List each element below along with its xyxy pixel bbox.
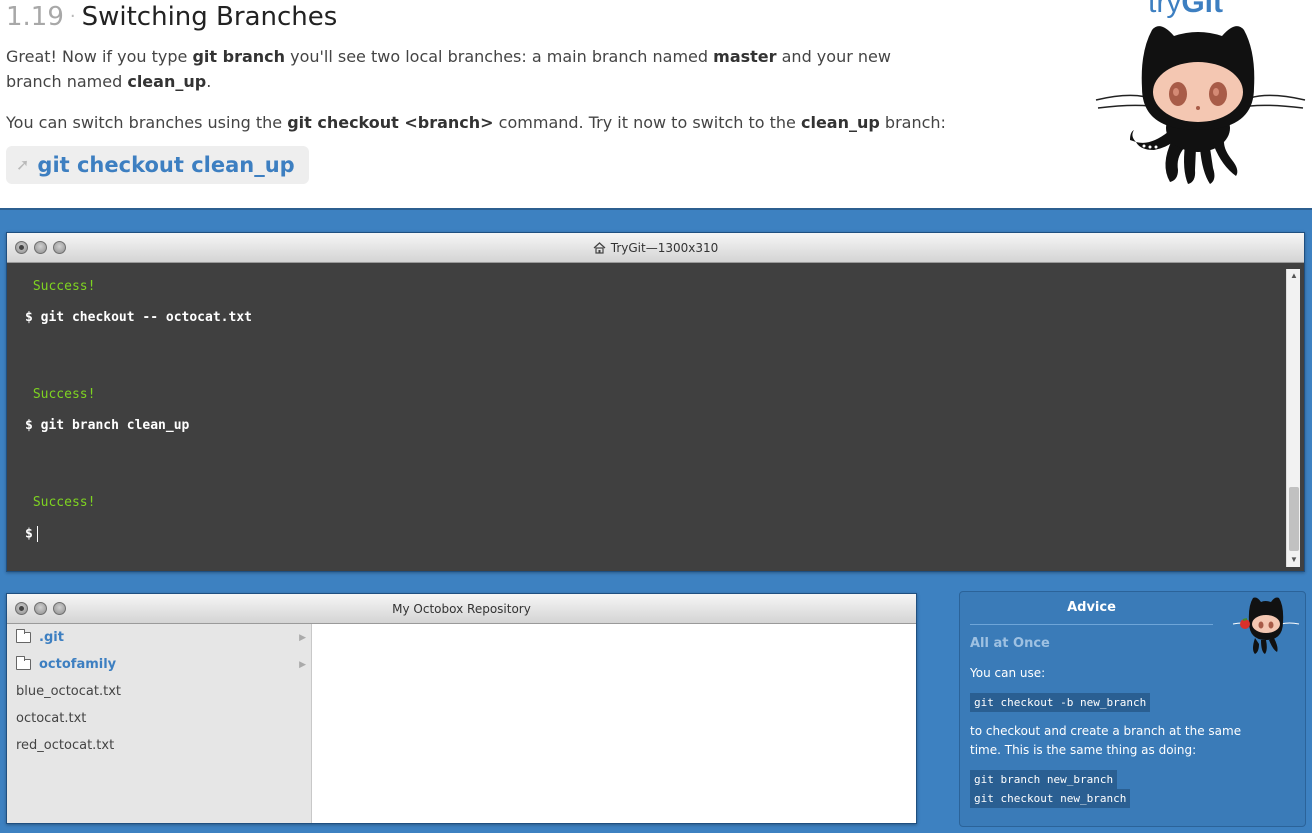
terminal-line: Success! [25, 495, 96, 510]
advice-code: git checkout -b new_branch [970, 693, 1151, 712]
p1-bold-1: git branch [192, 47, 286, 66]
trygit-logo: tryGit [1090, 0, 1312, 200]
advice-code: git checkout new_branch [970, 789, 1131, 808]
p2-bold-1: git checkout <branch> [287, 113, 494, 132]
terminal-line: Success! [25, 279, 96, 294]
octocat-advice-icon [1232, 597, 1300, 654]
lesson-panel: 1.19 · Switching Branches Great! Now if yo… [0, 0, 1312, 208]
file-preview-pane [313, 624, 916, 823]
lesson-paragraph-1: Great! Now if you type git branch you'll… [6, 44, 946, 94]
p2-text-2: command. Try it now to switch to the [493, 113, 801, 132]
scroll-down-icon[interactable]: ▼ [1287, 553, 1301, 567]
lesson-number: 1.19 [6, 2, 64, 32]
file-list: .git ▶ octofamily ▶ blue_octocat.txt oct… [7, 624, 312, 823]
zoom-window-button[interactable] [53, 241, 66, 254]
terminal-line: Success! [25, 387, 96, 402]
folder-item-octofamily[interactable]: octofamily ▶ [16, 651, 306, 678]
advice-heading: Advice [1067, 600, 1116, 615]
window-controls [15, 241, 66, 254]
repository-window[interactable]: My Octobox Repository .git ▶ octofamily … [6, 593, 917, 824]
terminal-line: $ git checkout -- octocat.txt [25, 310, 252, 325]
p2-bold-2: clean_up [800, 113, 880, 132]
scroll-up-icon[interactable]: ▲ [1287, 269, 1301, 283]
p2-text-3: branch: [879, 113, 946, 132]
file-item[interactable]: red_octocat.txt [16, 732, 306, 759]
file-item[interactable]: blue_octocat.txt [16, 678, 306, 705]
home-icon [593, 241, 606, 254]
lesson-paragraph-2: You can switch branches using the git ch… [6, 110, 946, 135]
folder-label: .git [39, 630, 64, 645]
logo-text-light: try [1148, 0, 1182, 19]
folder-label: octofamily [39, 657, 117, 672]
chevron-right-icon: ▶ [299, 659, 306, 670]
p1-text-2: you'll see two local branches: a main br… [285, 47, 714, 66]
octocat-mascot-icon [1095, 26, 1306, 184]
p1-text-1: Great! Now if you type [6, 47, 193, 66]
advice-text: You can use: [970, 666, 1046, 680]
logo-text-bold: Git [1181, 0, 1223, 19]
workspace: TryGit—1300x310 Success! $ git checkout … [0, 208, 1312, 833]
repository-titlebar[interactable]: My Octobox Repository [7, 594, 916, 624]
scrollbar-thumb[interactable] [1289, 487, 1299, 551]
folder-icon [16, 629, 31, 643]
close-window-button[interactable] [15, 602, 28, 615]
lesson-title-text: Switching Branches [81, 2, 338, 32]
terminal-window[interactable]: TryGit—1300x310 Success! $ git checkout … [6, 232, 1305, 572]
p2-text-1: You can switch branches using the [6, 113, 288, 132]
advice-panel: Advice All at Once You can use: git chec… [959, 591, 1306, 827]
chevron-right-icon: ▶ [299, 632, 306, 643]
advice-code: git branch new_branch [970, 770, 1118, 789]
p1-text-4: . [206, 72, 212, 91]
logo-text: tryGit [1148, 0, 1223, 20]
terminal-output[interactable]: Success! $ git checkout -- octocat.txt S… [7, 263, 1304, 571]
terminal-prompt: $ [25, 526, 33, 542]
advice-divider [970, 624, 1213, 625]
terminal-title-text: TryGit—1300x310 [610, 240, 719, 255]
p1-bold-3: clean_up [127, 72, 207, 91]
lesson-title: 1.19 · Switching Branches [6, 2, 337, 32]
terminal-titlebar[interactable]: TryGit—1300x310 [7, 233, 1304, 263]
advice-subheading: All at Once [970, 636, 1050, 651]
terminal-title: TryGit—1300x310 [593, 241, 718, 255]
title-separator: · [69, 6, 76, 27]
terminal-line: $ git branch clean_up [25, 418, 190, 433]
arrow-icon: ➚ [16, 157, 30, 174]
zoom-window-button[interactable] [53, 602, 66, 615]
folder-icon [16, 656, 31, 670]
minimize-window-button[interactable] [34, 602, 47, 615]
repository-title: My Octobox Repository [392, 601, 531, 616]
terminal-caret [36, 526, 38, 542]
command-hint-text: git checkout clean_up [37, 153, 295, 177]
terminal-scrollbar[interactable]: ▲ ▼ [1286, 269, 1300, 567]
close-window-button[interactable] [15, 241, 28, 254]
minimize-window-button[interactable] [34, 241, 47, 254]
folder-item-git[interactable]: .git ▶ [16, 624, 306, 651]
terminal-prompt-line[interactable]: $ [25, 526, 38, 542]
file-item[interactable]: octocat.txt [16, 705, 306, 732]
command-hint-button[interactable]: ➚ git checkout clean_up [6, 146, 309, 184]
p1-bold-2: master [713, 47, 777, 66]
window-controls [15, 602, 66, 615]
advice-text: to checkout and create a branch at the s… [970, 724, 1242, 757]
